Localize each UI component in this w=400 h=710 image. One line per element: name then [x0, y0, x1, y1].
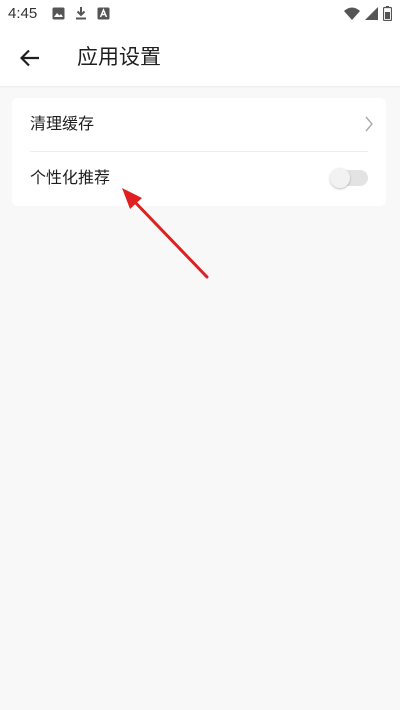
- personalized-recommendation-toggle[interactable]: [330, 168, 368, 188]
- arrow-left-icon: [20, 49, 40, 67]
- settings-card: 清理缓存 个性化推荐: [12, 98, 386, 206]
- chevron-right-icon: [364, 115, 374, 133]
- personalized-recommendation-label: 个性化推荐: [30, 168, 111, 187]
- clear-cache-item[interactable]: 清理缓存: [12, 98, 386, 152]
- signal-icon: [365, 7, 378, 20]
- notification-icons: [52, 6, 110, 20]
- page-title: 应用设置: [77, 45, 161, 69]
- system-icons: [344, 6, 392, 21]
- download-icon: [75, 6, 87, 20]
- clear-cache-label: 清理缓存: [30, 114, 95, 133]
- back-button[interactable]: [14, 42, 46, 74]
- toggle-knob: [330, 168, 350, 188]
- personalized-recommendation-item: 个性化推荐: [12, 152, 386, 206]
- status-bar: 4:45: [0, 0, 400, 28]
- app-a-icon: [97, 7, 110, 20]
- status-time: 4:45: [8, 5, 38, 22]
- battery-icon: [383, 6, 392, 21]
- wifi-icon: [344, 7, 360, 20]
- image-icon: [52, 7, 65, 20]
- app-bar: 应用设置: [0, 28, 400, 86]
